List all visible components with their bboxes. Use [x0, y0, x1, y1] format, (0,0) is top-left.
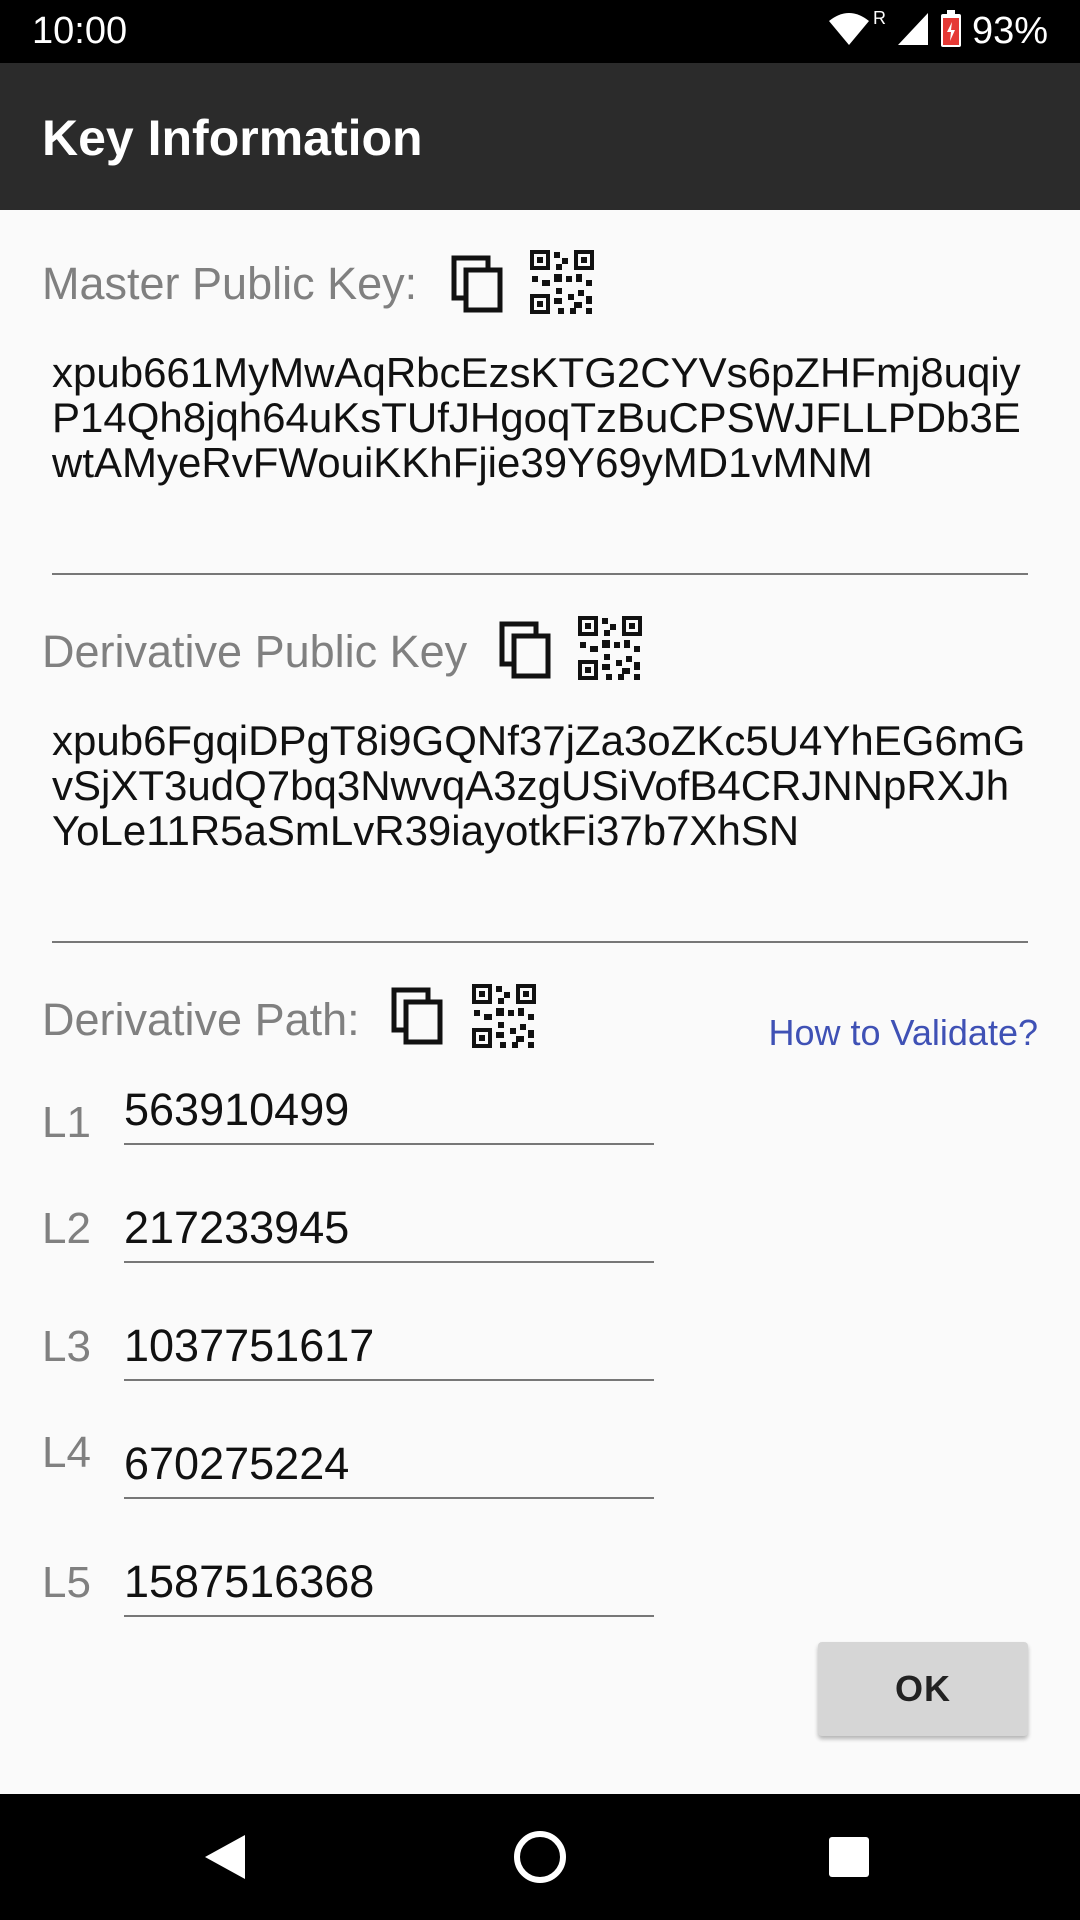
wifi-icon [827, 11, 871, 52]
back-icon[interactable] [192, 1824, 258, 1890]
app-bar: Key Information [0, 63, 1080, 210]
level-underline-l5 [124, 1615, 654, 1617]
level-label-l5: L5 [42, 1558, 91, 1607]
home-icon[interactable] [507, 1824, 573, 1890]
derivative-key-label: Derivative Public Key [42, 626, 468, 677]
level-value-l2[interactable]: 217233945 [124, 1202, 349, 1254]
ok-button[interactable]: OK [818, 1642, 1028, 1736]
copy-icon[interactable] [386, 984, 450, 1048]
copy-icon[interactable] [494, 618, 558, 682]
copy-icon[interactable] [446, 252, 510, 316]
level-value-l3[interactable]: 1037751617 [124, 1320, 374, 1372]
level-label-l3: L3 [42, 1322, 91, 1371]
level-value-l1[interactable]: 563910499 [124, 1084, 349, 1136]
qr-code-icon[interactable] [472, 984, 536, 1048]
derivative-key-value[interactable]: xpub6FgqiDPgT8i9GQNf37jZa3oZKc5U4YhEG6mG… [52, 718, 1032, 853]
page-title: Key Information [42, 110, 423, 166]
status-time: 10:00 [32, 10, 128, 52]
level-underline-l2 [124, 1261, 654, 1263]
cell-signal-icon [896, 11, 930, 52]
level-underline-l4 [124, 1497, 654, 1499]
derivative-key-underline [52, 941, 1028, 943]
recents-icon[interactable] [816, 1824, 882, 1890]
level-label-l2: L2 [42, 1204, 91, 1253]
level-label-l4: L4 [42, 1428, 91, 1477]
level-value-l5[interactable]: 1587516368 [124, 1556, 374, 1608]
master-key-label: Master Public Key: [42, 258, 418, 309]
level-underline-l3 [124, 1379, 654, 1381]
battery-percent: 93% [971, 9, 1048, 52]
status-icons: R 93% [827, 8, 1048, 54]
master-key-value[interactable]: xpub661MyMwAqRbcEzsKTG2CYVs6pZHFmj8uqiyP… [52, 350, 1032, 485]
level-label-l1: L1 [42, 1098, 91, 1147]
qr-code-icon[interactable] [578, 616, 642, 680]
derivative-path-label: Derivative Path: [42, 994, 360, 1045]
status-bar: 10:00 R 93% [0, 0, 1080, 63]
battery-charging-icon [940, 9, 962, 53]
nav-bar [0, 1794, 1080, 1920]
level-underline-l1 [124, 1143, 654, 1145]
qr-code-icon[interactable] [530, 250, 594, 314]
master-key-underline [52, 573, 1028, 575]
roaming-indicator: R [872, 8, 886, 28]
level-value-l4[interactable]: 670275224 [124, 1438, 349, 1490]
how-to-validate-link[interactable]: How to Validate? [769, 1012, 1039, 1054]
